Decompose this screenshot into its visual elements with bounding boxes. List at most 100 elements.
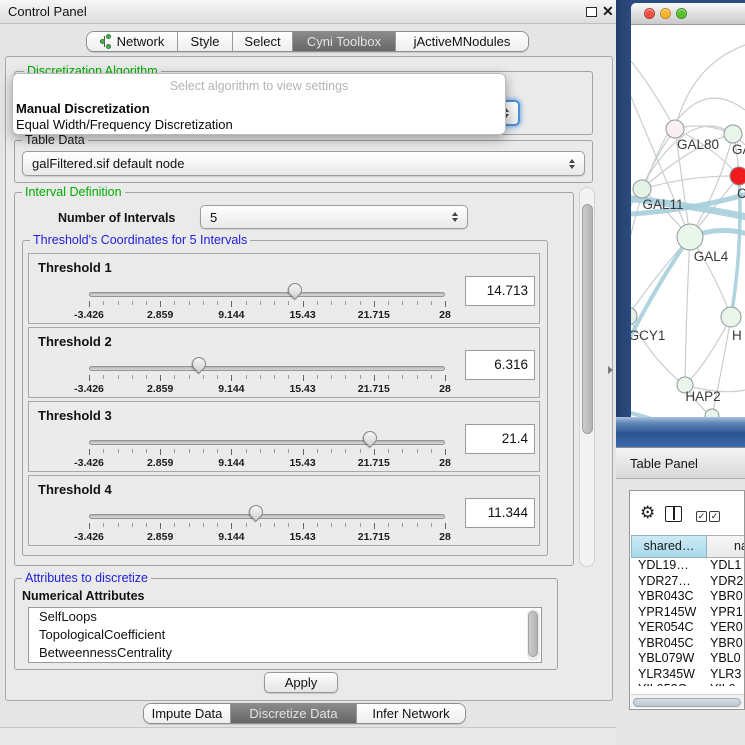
tab-label: Network — [117, 34, 165, 49]
network-edge[interactable] — [685, 237, 690, 385]
network-node[interactable] — [705, 409, 719, 417]
network-edge[interactable] — [675, 45, 745, 129]
table-row[interactable]: YBR043CYBR0 — [632, 589, 745, 605]
slider-track[interactable] — [89, 366, 445, 371]
table-row[interactable]: YBR045CYBR0 — [632, 636, 745, 652]
network-node-gal11[interactable] — [633, 180, 651, 198]
attribute-list-item[interactable]: TopologicalCoefficient — [29, 626, 541, 644]
attributes-scrollbar[interactable] — [527, 609, 540, 661]
float-window-icon[interactable] — [586, 7, 597, 17]
network-edge[interactable] — [642, 176, 739, 189]
tab-cyni-toolbox[interactable]: Cyni Toolbox — [293, 32, 396, 51]
slider-track[interactable] — [89, 292, 445, 297]
node-label: GAL4 — [694, 249, 729, 264]
tick-mark — [417, 301, 418, 305]
panel-scrollbar[interactable] — [579, 187, 595, 567]
threshold-panel: Threshold 2-3.4262.8599.14415.4321.71528… — [28, 327, 540, 398]
column-header-name[interactable]: na — [707, 535, 745, 558]
table-row[interactable]: YDL19…YDL1 — [632, 558, 745, 574]
threshold-value-field[interactable]: 14.713 — [465, 276, 535, 306]
numerical-attributes-list[interactable]: SelfLoopsTopologicalCoefficientBetweenne… — [28, 607, 542, 663]
zoom-traffic-light-icon[interactable] — [676, 8, 687, 19]
tick-mark — [360, 301, 361, 305]
node-label: HAP2 — [685, 389, 720, 404]
slider-track[interactable] — [89, 514, 445, 519]
network-canvas[interactable]: GAL80GACGAL11GAL4GCY1HHAP2 — [631, 25, 745, 417]
network-view-window: GAL80GACGAL11GAL4GCY1HHAP2 — [631, 3, 745, 417]
table-row[interactable]: YIL052CYIL0 — [632, 682, 745, 686]
checkbox-icon[interactable]: ✓ — [696, 511, 707, 522]
table-row[interactable]: YER054CYER0 — [632, 620, 745, 636]
network-window-titlebar[interactable] — [631, 3, 745, 25]
threshold-value-field[interactable]: 6.316 — [465, 350, 535, 380]
tick-mark — [317, 449, 318, 453]
attribute-list-item[interactable]: BetweennessCentrality — [29, 644, 541, 662]
tick-mark — [360, 375, 361, 379]
menu-item-equal-width-frequency[interactable]: Equal Width/Frequency Discretization — [16, 117, 233, 132]
tab-style[interactable]: Style — [178, 32, 233, 51]
slider-track[interactable] — [89, 440, 445, 445]
table-data-select[interactable]: galFiltered.sif default node — [22, 151, 585, 176]
table-row[interactable]: YPR145WYPR1 — [632, 605, 745, 621]
tick-mark — [103, 301, 104, 305]
tick-mark — [303, 375, 304, 381]
minimize-traffic-light-icon[interactable] — [660, 8, 671, 19]
tab-infer-network[interactable]: Infer Network — [357, 704, 465, 723]
table-hscrollbar[interactable] — [631, 694, 745, 708]
numerical-attributes-label: Numerical Attributes — [22, 589, 144, 603]
node-label: GA — [732, 142, 745, 157]
network-node-ga[interactable] — [724, 125, 742, 143]
menu-item-manual-discretization[interactable]: Manual Discretization — [16, 101, 150, 116]
number-of-intervals-select[interactable]: 5 — [200, 205, 468, 229]
network-node-c[interactable] — [730, 167, 745, 185]
tick-mark — [89, 301, 90, 307]
threshold-value-field[interactable]: 21.4 — [465, 424, 535, 454]
tick-mark — [118, 301, 119, 305]
scale-label: -3.426 — [64, 309, 114, 321]
tick-mark — [317, 375, 318, 379]
column-header-shared-name[interactable]: shared… — [631, 535, 707, 558]
tick-mark — [160, 523, 161, 529]
splitter-collapse-icon[interactable] — [608, 366, 613, 374]
apply-button[interactable]: Apply — [264, 672, 338, 693]
table-row[interactable]: YLR345WYLR3 — [632, 667, 745, 683]
tick-mark — [360, 449, 361, 453]
tab-label: Discretize Data — [249, 706, 337, 721]
network-node-gal80[interactable] — [666, 120, 684, 138]
tab-select[interactable]: Select — [233, 32, 293, 51]
network-node-h[interactable] — [721, 307, 741, 327]
network-node-gal4[interactable] — [677, 224, 703, 250]
table-row[interactable]: YBL079WYBL0 — [632, 651, 745, 667]
column-layout-icon[interactable] — [665, 506, 682, 522]
scale-label: 28 — [420, 383, 470, 395]
network-edge[interactable] — [631, 55, 675, 129]
tab-jactivemnodules[interactable]: jActiveMNodules — [396, 32, 528, 51]
node-label: H — [732, 328, 742, 343]
tab-network[interactable]: Network — [87, 32, 178, 51]
checkbox-icon[interactable]: ✓ — [709, 511, 720, 522]
threshold-panel: Threshold 1-3.4262.8599.14415.4321.71528… — [28, 253, 540, 324]
threshold-value-field[interactable]: 11.344 — [465, 498, 535, 528]
tick-mark — [445, 449, 446, 455]
network-edge[interactable] — [685, 317, 731, 385]
tick-mark — [288, 523, 289, 527]
tick-mark — [345, 375, 346, 379]
tab-impute-data[interactable]: Impute Data — [144, 704, 231, 723]
node-label: GCY1 — [631, 328, 665, 343]
cyni-mode-tabs: Impute Data Discretize Data Infer Networ… — [143, 703, 466, 724]
scrollbar-thumb[interactable] — [582, 204, 593, 434]
attribute-list-item[interactable]: SelfLoops — [29, 608, 541, 626]
network-edge[interactable] — [631, 316, 685, 385]
table-row[interactable]: YDR27…YDR2 — [632, 574, 745, 590]
scrollbar-thumb[interactable] — [528, 611, 538, 657]
cell-name: YER0 — [706, 620, 743, 634]
tick-mark — [146, 375, 147, 379]
scrollbar-thumb[interactable] — [633, 698, 741, 707]
algorithm-dropdown-popup: Select algorithm to view settings Manual… — [12, 73, 506, 135]
tab-discretize-data[interactable]: Discretize Data — [231, 704, 357, 723]
gear-icon[interactable]: ⚙ — [640, 504, 655, 521]
close-icon[interactable]: ✕ — [602, 3, 614, 20]
close-traffic-light-icon[interactable] — [644, 8, 655, 19]
tick-mark — [260, 375, 261, 379]
tick-mark — [217, 301, 218, 305]
